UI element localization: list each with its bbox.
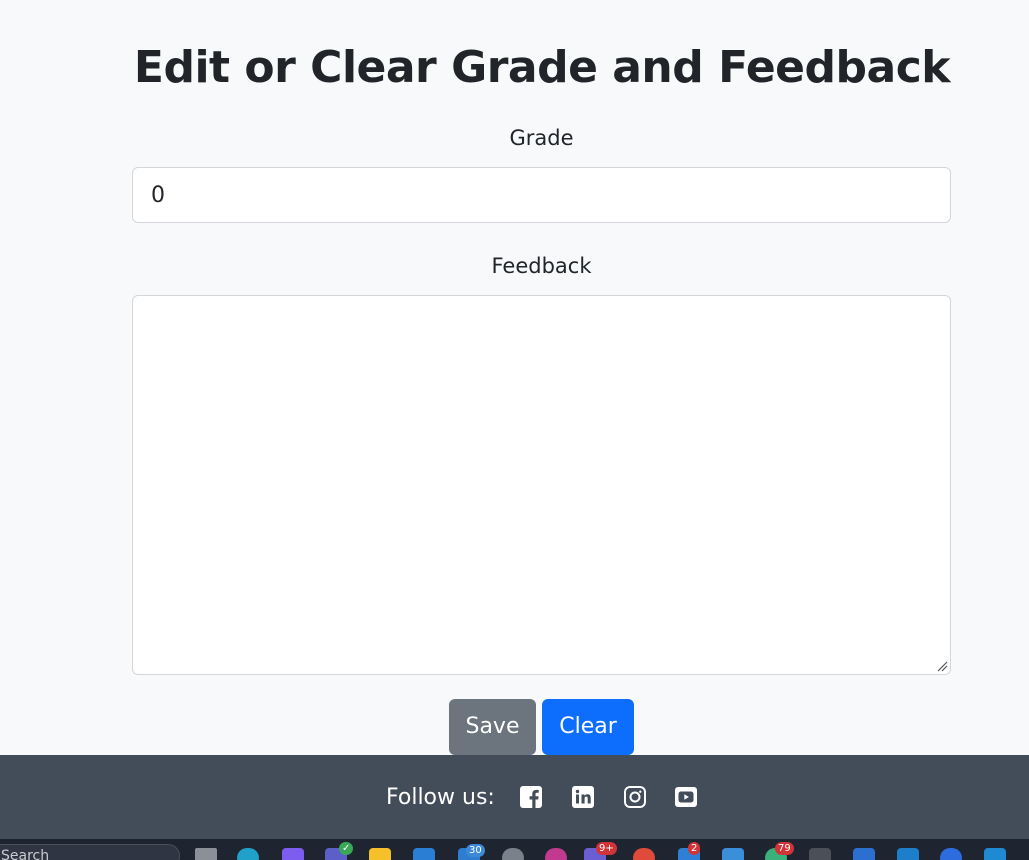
taskbar-search-placeholder: Search — [1, 848, 50, 860]
chrome-icon[interactable] — [633, 848, 655, 860]
store-icon[interactable] — [413, 848, 435, 860]
save-button[interactable]: Save — [449, 699, 536, 755]
chat-badge: 9+ — [596, 842, 617, 855]
copilot-icon[interactable] — [282, 848, 304, 860]
vscode-icon[interactable] — [984, 848, 1006, 860]
grade-label: Grade — [509, 126, 574, 150]
whatsapp-badge: 79 — [775, 842, 794, 855]
youtube-icon[interactable] — [674, 785, 698, 809]
clear-button[interactable]: Clear — [542, 699, 634, 755]
teams-icon[interactable]: ✓ — [325, 842, 354, 860]
terminal-icon[interactable] — [809, 848, 831, 860]
linkedin-icon[interactable] — [571, 785, 595, 809]
follow-us-label: Follow us: — [386, 785, 495, 810]
zoom-icon[interactable] — [940, 848, 962, 860]
app-icon[interactable] — [545, 848, 567, 860]
vscode-insiders-icon[interactable] — [853, 848, 875, 860]
edge-browser-icon[interactable] — [237, 848, 259, 860]
footer: Follow us: — [0, 755, 1029, 839]
page-title: Edit or Clear Grade and Feedback — [133, 42, 951, 93]
grade-input[interactable]: 0 — [132, 167, 951, 223]
taskbar-search-box[interactable]: Search — [0, 844, 180, 860]
mail-badge: 30 — [466, 844, 485, 857]
teams-status-badge: ✓ — [339, 842, 354, 855]
notepad-icon[interactable] — [722, 848, 744, 860]
skype-badge: 2 — [688, 842, 701, 855]
facebook-icon[interactable] — [519, 785, 543, 809]
mail-icon[interactable]: 30 — [458, 844, 485, 860]
whatsapp-icon[interactable]: 79 — [765, 842, 794, 860]
calendar-icon[interactable] — [897, 848, 919, 860]
feedback-textarea[interactable] — [132, 295, 951, 675]
instagram-icon[interactable] — [623, 785, 647, 809]
feedback-label: Feedback — [491, 254, 592, 278]
chat-app-icon[interactable]: 9+ — [584, 842, 617, 860]
file-explorer-icon[interactable] — [369, 848, 391, 860]
task-view-icon[interactable] — [195, 848, 217, 860]
resize-handle-icon[interactable] — [936, 660, 948, 672]
settings-icon[interactable] — [502, 848, 524, 860]
skype-icon[interactable]: 2 — [678, 842, 701, 860]
taskbar: Search ✓ 30 9+ 2 79 — [0, 839, 1029, 860]
